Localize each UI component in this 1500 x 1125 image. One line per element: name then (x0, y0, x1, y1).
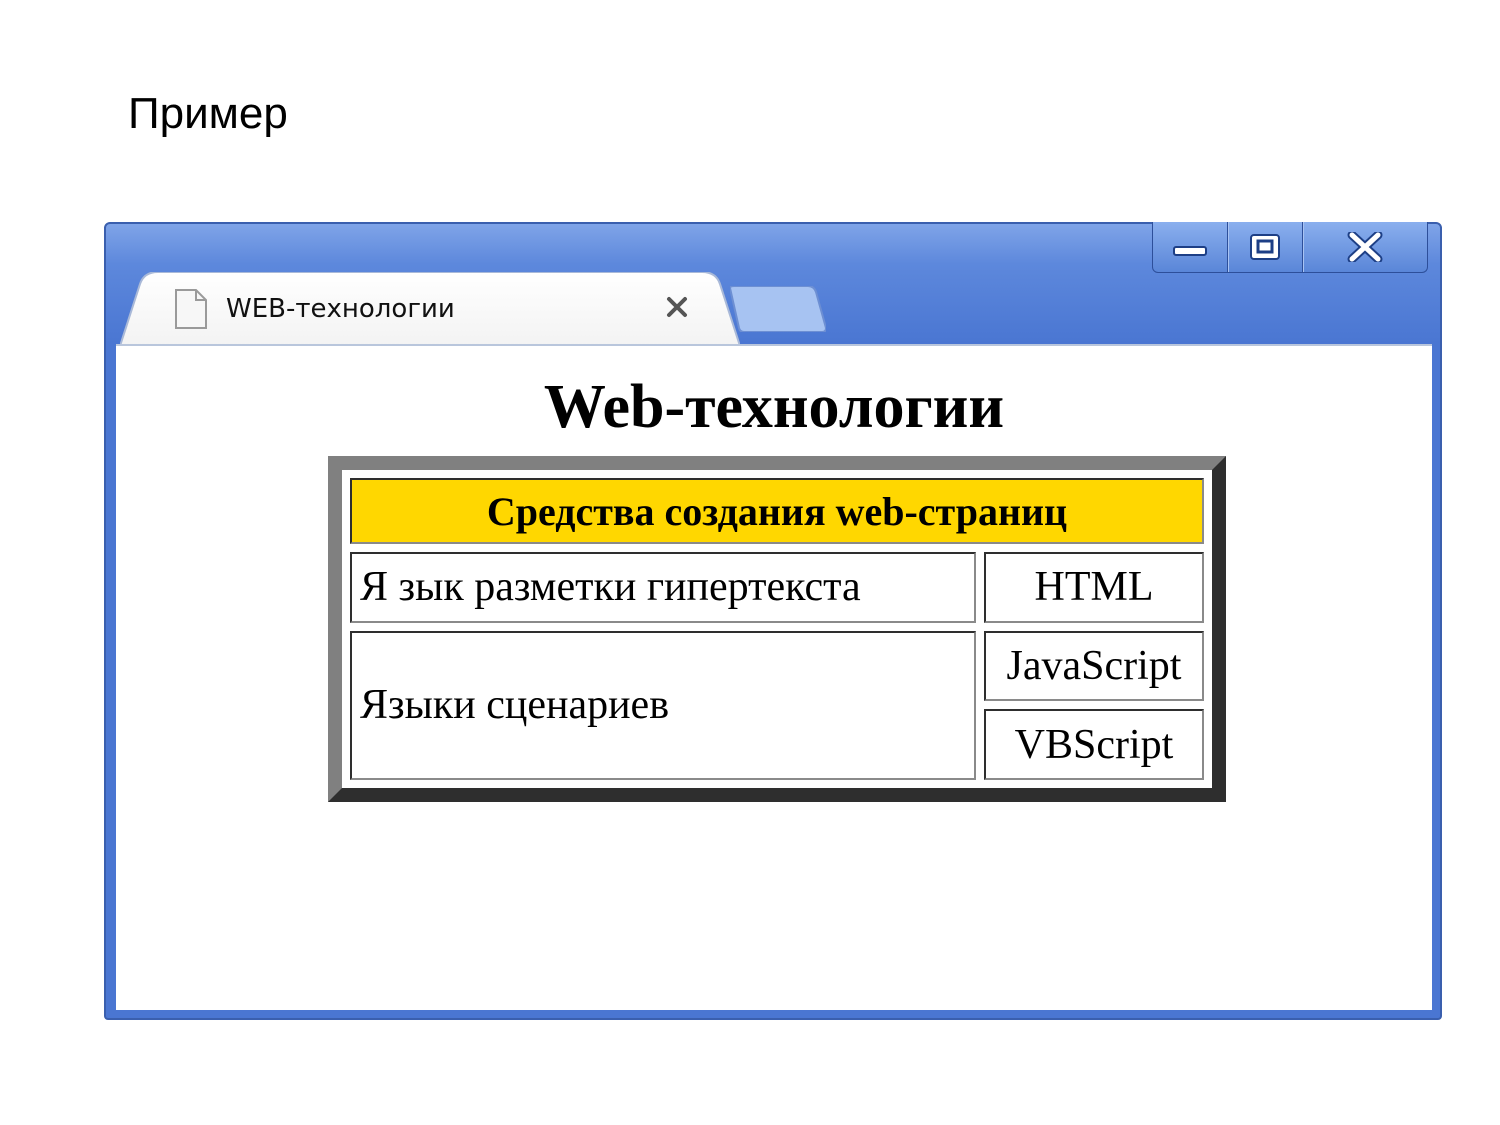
table-cell-scripting-languages: Языки сценариев (350, 630, 976, 780)
browser-window: WEB-технологии Web-технологии Средства с… (104, 222, 1442, 1020)
page-heading: Web-технологии (543, 373, 1005, 441)
close-window-button[interactable] (1302, 222, 1427, 272)
minimize-button[interactable] (1153, 222, 1227, 272)
tech-table: Средства создания web-страниц Я зык разм… (328, 456, 1226, 802)
maximize-icon (1250, 234, 1280, 260)
window-controls (1152, 222, 1428, 273)
slide-title: Пример (128, 89, 288, 138)
document-icon (175, 289, 207, 329)
table-cell-markup-language: Я зык разметки гипертекста (350, 552, 976, 623)
table-cell-html: HTML (984, 552, 1204, 623)
close-icon (1347, 232, 1383, 262)
new-tab-button[interactable] (730, 286, 826, 332)
maximize-button[interactable] (1227, 222, 1302, 272)
table-cell-javascript: JavaScript (984, 630, 1204, 702)
page-viewport: Web-технологии Средства создания web-стр… (116, 344, 1432, 1010)
minimize-icon (1173, 246, 1207, 256)
table-cell-vbscript: VBScript (984, 709, 1204, 780)
browser-tab[interactable]: WEB-технологии (120, 272, 740, 346)
table-header: Средства создания web-страниц (350, 478, 1204, 544)
tab-title: WEB-технологии (226, 294, 455, 324)
tab-close-icon[interactable] (664, 294, 690, 320)
